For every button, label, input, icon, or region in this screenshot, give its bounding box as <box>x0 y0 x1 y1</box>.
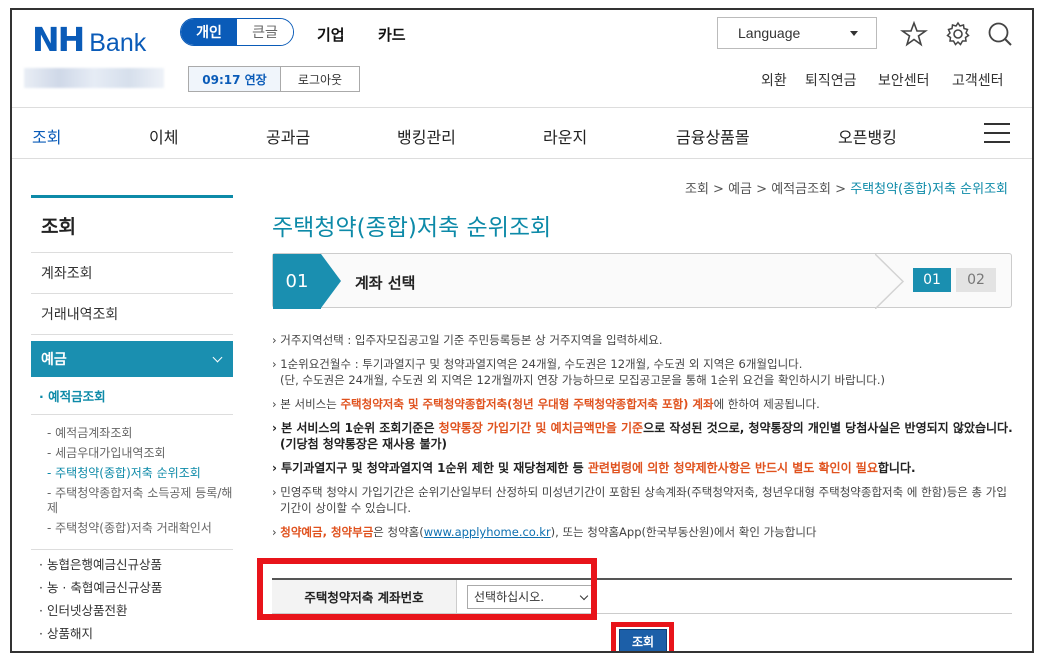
page-title: 주택청약(종합)저축 순위조회 <box>272 215 552 241</box>
highlight-box-form <box>257 558 597 620</box>
notice-item: › 거주지역선택 : 입주자모집공고일 기준 주민등록등본 상 거주지역을 입력… <box>272 333 663 347</box>
sidebar-group-deposit[interactable]: 예금 <box>31 341 233 377</box>
breadcrumb-item[interactable]: 조회 <box>685 182 709 197</box>
sidebar-link-new-products[interactable]: · 농협은행예금신규상품 <box>39 557 233 573</box>
global-nav: 조회 이체 공과금 뱅킹관리 라운지 금융상품몰 오픈뱅킹 <box>12 107 1032 159</box>
logo-nh: NH <box>32 20 85 59</box>
gnb-products[interactable]: 금융상품몰 <box>676 124 750 148</box>
breadcrumb-item[interactable]: 예금 <box>728 182 752 197</box>
logo-bank: Bank <box>89 29 147 57</box>
caret-down-icon <box>850 31 858 36</box>
gnb-banking-mgmt[interactable]: 뱅킹관리 <box>397 124 456 148</box>
session-box: 09:17 연장 로그아웃 <box>188 66 360 92</box>
sidebar-link-confirmation[interactable]: - 주택청약(종합)저축 거래확인서 <box>47 521 233 536</box>
large-text-tab[interactable]: 큰글 <box>237 19 293 45</box>
sidebar-link-tax-favored[interactable]: - 세금우대가입내역조회 <box>47 446 233 461</box>
notice-item: › 민영주택 청약시 가입기간은 순위기산일부터 산정하되 미성년기간이 포함된… <box>272 485 1007 515</box>
applyhome-link[interactable]: www.applyhome.co.kr <box>424 525 551 539</box>
nh-bank-logo[interactable]: NH Bank <box>32 20 146 59</box>
chevron-down-icon <box>212 352 223 363</box>
sidebar-sub-list: - 예적금계좌조회 - 세금우대가입내역조회 - 주택청약(종합)저축 순위조회… <box>31 415 233 550</box>
notice-item: › 청약예금, 청약부금은 청약홈(www.applyhome.co.kr), … <box>272 525 817 539</box>
step-indicator: 01 계좌 선택 01 02 <box>272 253 1012 309</box>
util-customer[interactable]: 고객센터 <box>952 70 1004 90</box>
personal-tab[interactable]: 개인 <box>181 19 237 45</box>
notice-item: › 본 서비스의 1순위 조회기준은 청약통장 가입기간 및 예치금액만을 기준… <box>272 421 1013 451</box>
star-icon[interactable] <box>900 20 928 48</box>
breadcrumb-current: 주택청약(종합)저축 순위조회 <box>850 182 1008 197</box>
sidebar-item-history[interactable]: 거래내역조회 <box>31 294 233 335</box>
session-extend-button[interactable]: 09:17 연장 <box>189 67 281 91</box>
browser-frame: NH Bank 개인 큰글 기업 카드 Language 09:17 연장 로그… <box>10 8 1034 653</box>
notice-list: › 거주지역선택 : 입주자모집공고일 기준 주민등록등본 상 거주지역을 입력… <box>272 332 1014 548</box>
step-divider-icon <box>875 254 905 309</box>
corporate-link[interactable]: 기업 <box>317 24 345 45</box>
util-security[interactable]: 보안센터 <box>878 70 930 90</box>
gear-icon[interactable] <box>944 20 972 48</box>
step-label: 계좌 선택 <box>355 274 416 292</box>
inquiry-button[interactable]: 조회 <box>619 629 667 651</box>
step-page-next: 02 <box>956 268 996 292</box>
sidebar-link-savings-account[interactable]: - 예적금계좌조회 <box>47 426 233 441</box>
gnb-transfer[interactable]: 이체 <box>149 124 178 148</box>
gnb-lounge[interactable]: 라운지 <box>543 124 587 148</box>
sidebar-link-coop-products[interactable]: · 농 · 축협예금신규상품 <box>39 580 233 596</box>
util-foreign-exchange[interactable]: 외환 <box>761 70 787 90</box>
language-select[interactable]: Language <box>717 17 877 49</box>
gnb-open-banking[interactable]: 오픈뱅킹 <box>838 124 897 148</box>
language-label: Language <box>738 25 801 41</box>
sidebar-link-tax-deduction[interactable]: - 주택청약종합저축 소득공제 등록/해제 <box>47 486 233 516</box>
sidebar-link-housing-rank[interactable]: - 주택청약(종합)저축 순위조회 <box>47 466 233 481</box>
sidebar-link-conversion[interactable]: · 인터넷상품전환 <box>39 603 233 619</box>
notice-item: › 투기과열지구 및 청약과열지역 1순위 제한 및 재당첨제한 등 관련법령에… <box>272 461 916 475</box>
sidebar: 조회 계좌조회 거래내역조회 예금 · 예적금조회 - 예적금계좌조회 - 세금… <box>31 195 233 642</box>
step-page-current: 01 <box>913 268 951 292</box>
logout-button[interactable]: 로그아웃 <box>281 67 359 91</box>
mode-toggle: 개인 큰글 <box>180 18 294 46</box>
sidebar-title: 조회 <box>31 195 233 253</box>
sidebar-misc: · 농협은행예금신규상품 · 농 · 축협예금신규상품 · 인터넷상품전환 · … <box>31 557 233 642</box>
gnb-utility[interactable]: 공과금 <box>266 124 310 148</box>
card-link[interactable]: 카드 <box>378 24 406 45</box>
masked-user-name <box>24 68 164 88</box>
sidebar-link-termination[interactable]: · 상품해지 <box>39 626 233 642</box>
gnb-inquiry[interactable]: 조회 <box>32 124 61 148</box>
breadcrumb-item[interactable]: 예적금조회 <box>771 182 831 197</box>
notice-item: › 본 서비스는 주택청약저축 및 주택청약종합저축(청년 우대형 주택청약종합… <box>272 397 820 411</box>
notice-item: › 1순위요건월수 : 투기과열지구 및 청약과열지역은 24개월, 수도권은 … <box>272 357 885 387</box>
menu-icon[interactable] <box>984 123 1010 150</box>
util-pension[interactable]: 퇴직연금 <box>805 70 857 90</box>
sidebar-group-label: 예금 <box>41 352 67 368</box>
search-icon[interactable] <box>986 20 1014 48</box>
breadcrumb: 조회 > 예금 > 예적금조회 > 주택청약(종합)저축 순위조회 <box>684 182 1008 197</box>
step-number: 01 <box>273 254 321 309</box>
step-arrow <box>321 254 341 308</box>
sidebar-sub-savings[interactable]: · 예적금조회 <box>31 377 233 415</box>
sidebar-item-account[interactable]: 계좌조회 <box>31 253 233 294</box>
